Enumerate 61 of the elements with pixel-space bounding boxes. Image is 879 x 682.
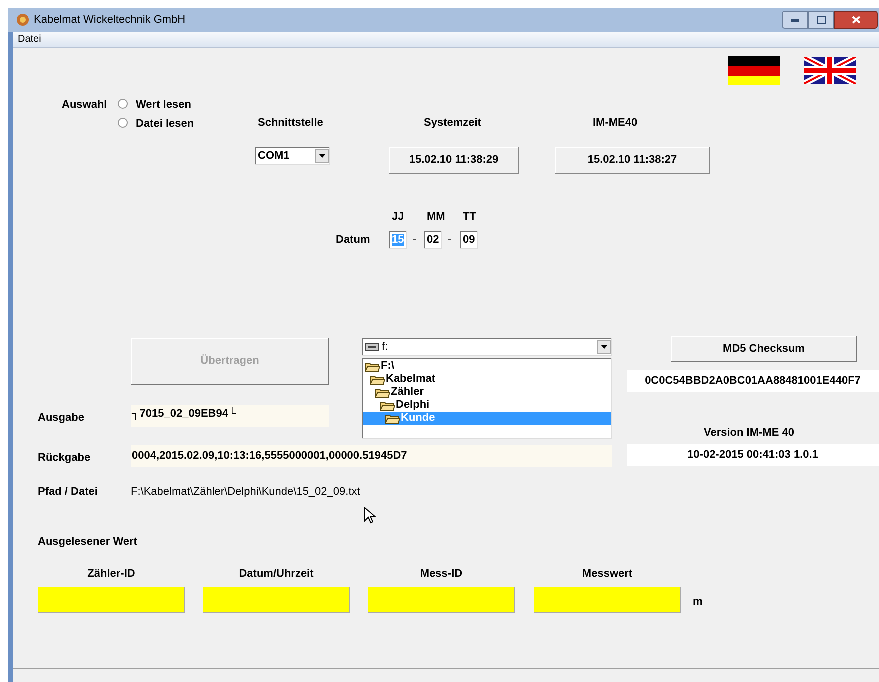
column-label: Datum/Uhrzeit	[238, 567, 315, 580]
md5-button[interactable]: MD5 Checksum	[671, 336, 857, 362]
close-icon	[852, 16, 860, 24]
app-icon	[16, 13, 30, 27]
menu-item[interactable]: Datei	[16, 32, 44, 47]
checksum-field: 0C0C54BBD2A0BC01AA88481001E440F7	[627, 370, 879, 392]
version-field: 10-02-2015 00:41:03 1.0.1	[627, 444, 879, 466]
schnittstelle-label: Schnittstelle	[258, 116, 324, 131]
date-input-field[interactable]: 09	[460, 231, 478, 249]
radio-label[interactable]: Datei lesen	[136, 116, 194, 132]
date-part-label: TT	[463, 210, 476, 225]
datum-label: Datum	[336, 233, 370, 248]
column-label: Zähler-ID	[86, 567, 136, 580]
drive-icon	[365, 343, 379, 351]
folder-item[interactable]: F:\	[363, 360, 611, 373]
folder-icon	[370, 374, 385, 384]
date-separator: -	[448, 233, 452, 248]
unit-label: m	[693, 595, 703, 610]
close-button[interactable]	[834, 11, 878, 29]
date-part-label: JJ	[392, 210, 404, 225]
folder-item[interactable]: Kabelmat	[363, 373, 611, 386]
folder-icon	[380, 400, 395, 410]
ausgabe-label: Ausgabe	[38, 411, 84, 426]
column-label: Messwert	[581, 567, 634, 580]
date-part-label: MM	[427, 210, 446, 225]
folder-item[interactable]: Delphi	[363, 399, 611, 412]
date-input-field[interactable]: 02	[424, 231, 442, 249]
path-value: F:\Kabelmat\Zähler\Delphi\Kunde\15_02_09.txt	[131, 485, 360, 500]
minimize-button[interactable]	[782, 11, 808, 29]
port-dropdown[interactable]: COM1	[255, 147, 330, 165]
german-flag-icon[interactable]	[728, 56, 780, 85]
dropdown-arrow-icon	[318, 154, 326, 158]
column-label: Mess-ID	[419, 567, 464, 580]
window-title: Kabelmat Wickeltechnik GmbH	[34, 12, 186, 28]
device-time-button[interactable]: 15.02.10 11:38:27	[555, 147, 710, 174]
section-title: Ausgelesener Wert	[38, 535, 138, 550]
path-label: Pfad / Datei	[38, 485, 98, 500]
folder-icon	[375, 388, 390, 398]
maximize-icon	[816, 16, 826, 24]
minimize-icon	[791, 18, 799, 22]
drive-dropdown[interactable]: f:	[362, 338, 612, 356]
rueckgabe-field: 0004,2015.02.09,10:13:16,5555000001,00000.51945D7	[131, 445, 612, 467]
device-label: IM-ME40	[593, 116, 638, 131]
folder-item[interactable]: Zähler	[363, 386, 611, 399]
date-separator: -	[413, 233, 417, 248]
transfer-button: Übertragen	[131, 338, 329, 385]
dropdown-arrow-icon	[600, 345, 608, 349]
british-flag-icon[interactable]	[804, 57, 856, 84]
radio-label[interactable]: Wert lesen	[136, 97, 192, 114]
radio-button[interactable]	[118, 99, 128, 109]
systemzeit-label: Systemzeit	[424, 116, 482, 131]
rueckgabe-label: Rückgabe	[38, 451, 91, 466]
version-label: Version IM-ME 40	[704, 426, 794, 441]
folder-icon	[385, 414, 400, 424]
mouse-pointer-icon	[364, 507, 376, 524]
radio-button[interactable]	[118, 118, 128, 128]
maximize-button[interactable]	[808, 11, 834, 29]
systemzeit-button[interactable]: 15.02.10 11:38:29	[389, 147, 519, 174]
ausgabe-field: ┐7015_02_09EB94└	[131, 405, 329, 427]
folder-icon	[365, 362, 380, 372]
auswahl-label: Auswahl	[62, 98, 108, 113]
